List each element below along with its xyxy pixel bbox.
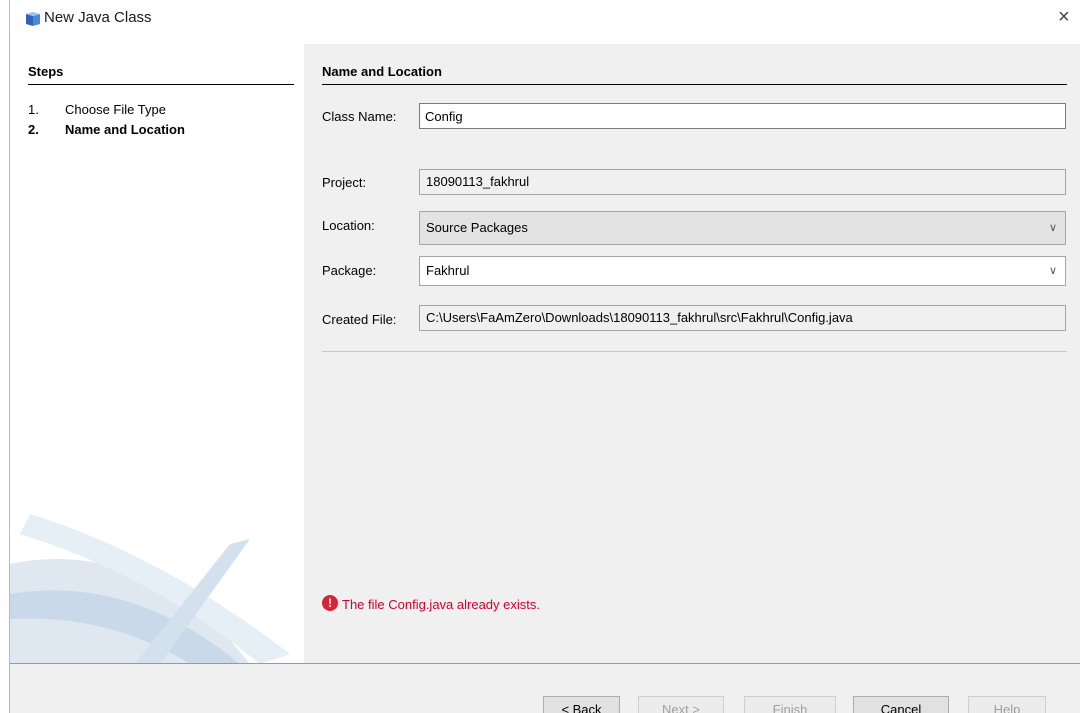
wizard-decoration — [10, 514, 290, 663]
panel-title: Name and Location — [322, 64, 442, 79]
chevron-down-icon: ∨ — [1048, 265, 1057, 277]
class-name-input[interactable] — [419, 103, 1066, 129]
created-file-field: C:\Users\FaAmZero\Downloads\18090113_fak… — [419, 305, 1066, 331]
step-label: Choose File Type — [65, 102, 166, 117]
divider — [322, 351, 1067, 352]
error-icon: ! — [322, 595, 338, 611]
steps-panel: Steps 1. Choose File Type 2. Name and Loca… — [10, 44, 304, 663]
close-icon[interactable]: × — [1058, 6, 1070, 29]
help-button[interactable]: Help — [968, 696, 1046, 713]
error-message: The file Config.java already exists. — [342, 597, 540, 612]
created-file-label: Created File: — [322, 312, 397, 327]
cancel-button[interactable]: Cancel — [853, 696, 949, 713]
step-number: 2. — [28, 122, 39, 137]
package-label: Package: — [322, 263, 377, 278]
steps-title: Steps — [28, 64, 64, 79]
package-value: Fakhrul — [426, 263, 470, 278]
panel-divider — [322, 84, 1067, 85]
next-button[interactable]: Next > — [638, 696, 724, 713]
back-button[interactable]: < Back — [543, 696, 620, 713]
package-select[interactable]: Fakhrul ∨ — [419, 256, 1066, 286]
button-bar: < Back Next > Finish Cancel Help — [10, 664, 1080, 713]
location-select[interactable]: Source Packages ∨ — [419, 211, 1066, 245]
step-item-choose-file-type: 1. Choose File Type — [28, 102, 166, 117]
step-item-name-and-location: 2. Name and Location — [28, 122, 185, 137]
location-value: Source Packages — [426, 220, 528, 235]
project-field: 18090113_fakhrul — [419, 169, 1066, 195]
window-title: New Java Class — [44, 9, 152, 26]
name-and-location-panel: Name and Location Class Name: Project: 1… — [304, 44, 1080, 663]
project-label: Project: — [322, 175, 367, 190]
title-bar: New Java Class × — [0, 0, 1080, 44]
steps-divider — [28, 84, 294, 85]
java-class-icon — [26, 12, 40, 26]
finish-button[interactable]: Finish — [744, 696, 836, 713]
chevron-down-icon: ∨ — [1048, 222, 1057, 234]
class-name-label: Class Name: — [322, 109, 397, 124]
step-number: 1. — [28, 102, 39, 117]
step-label: Name and Location — [65, 122, 185, 137]
location-label: Location: — [322, 218, 375, 233]
